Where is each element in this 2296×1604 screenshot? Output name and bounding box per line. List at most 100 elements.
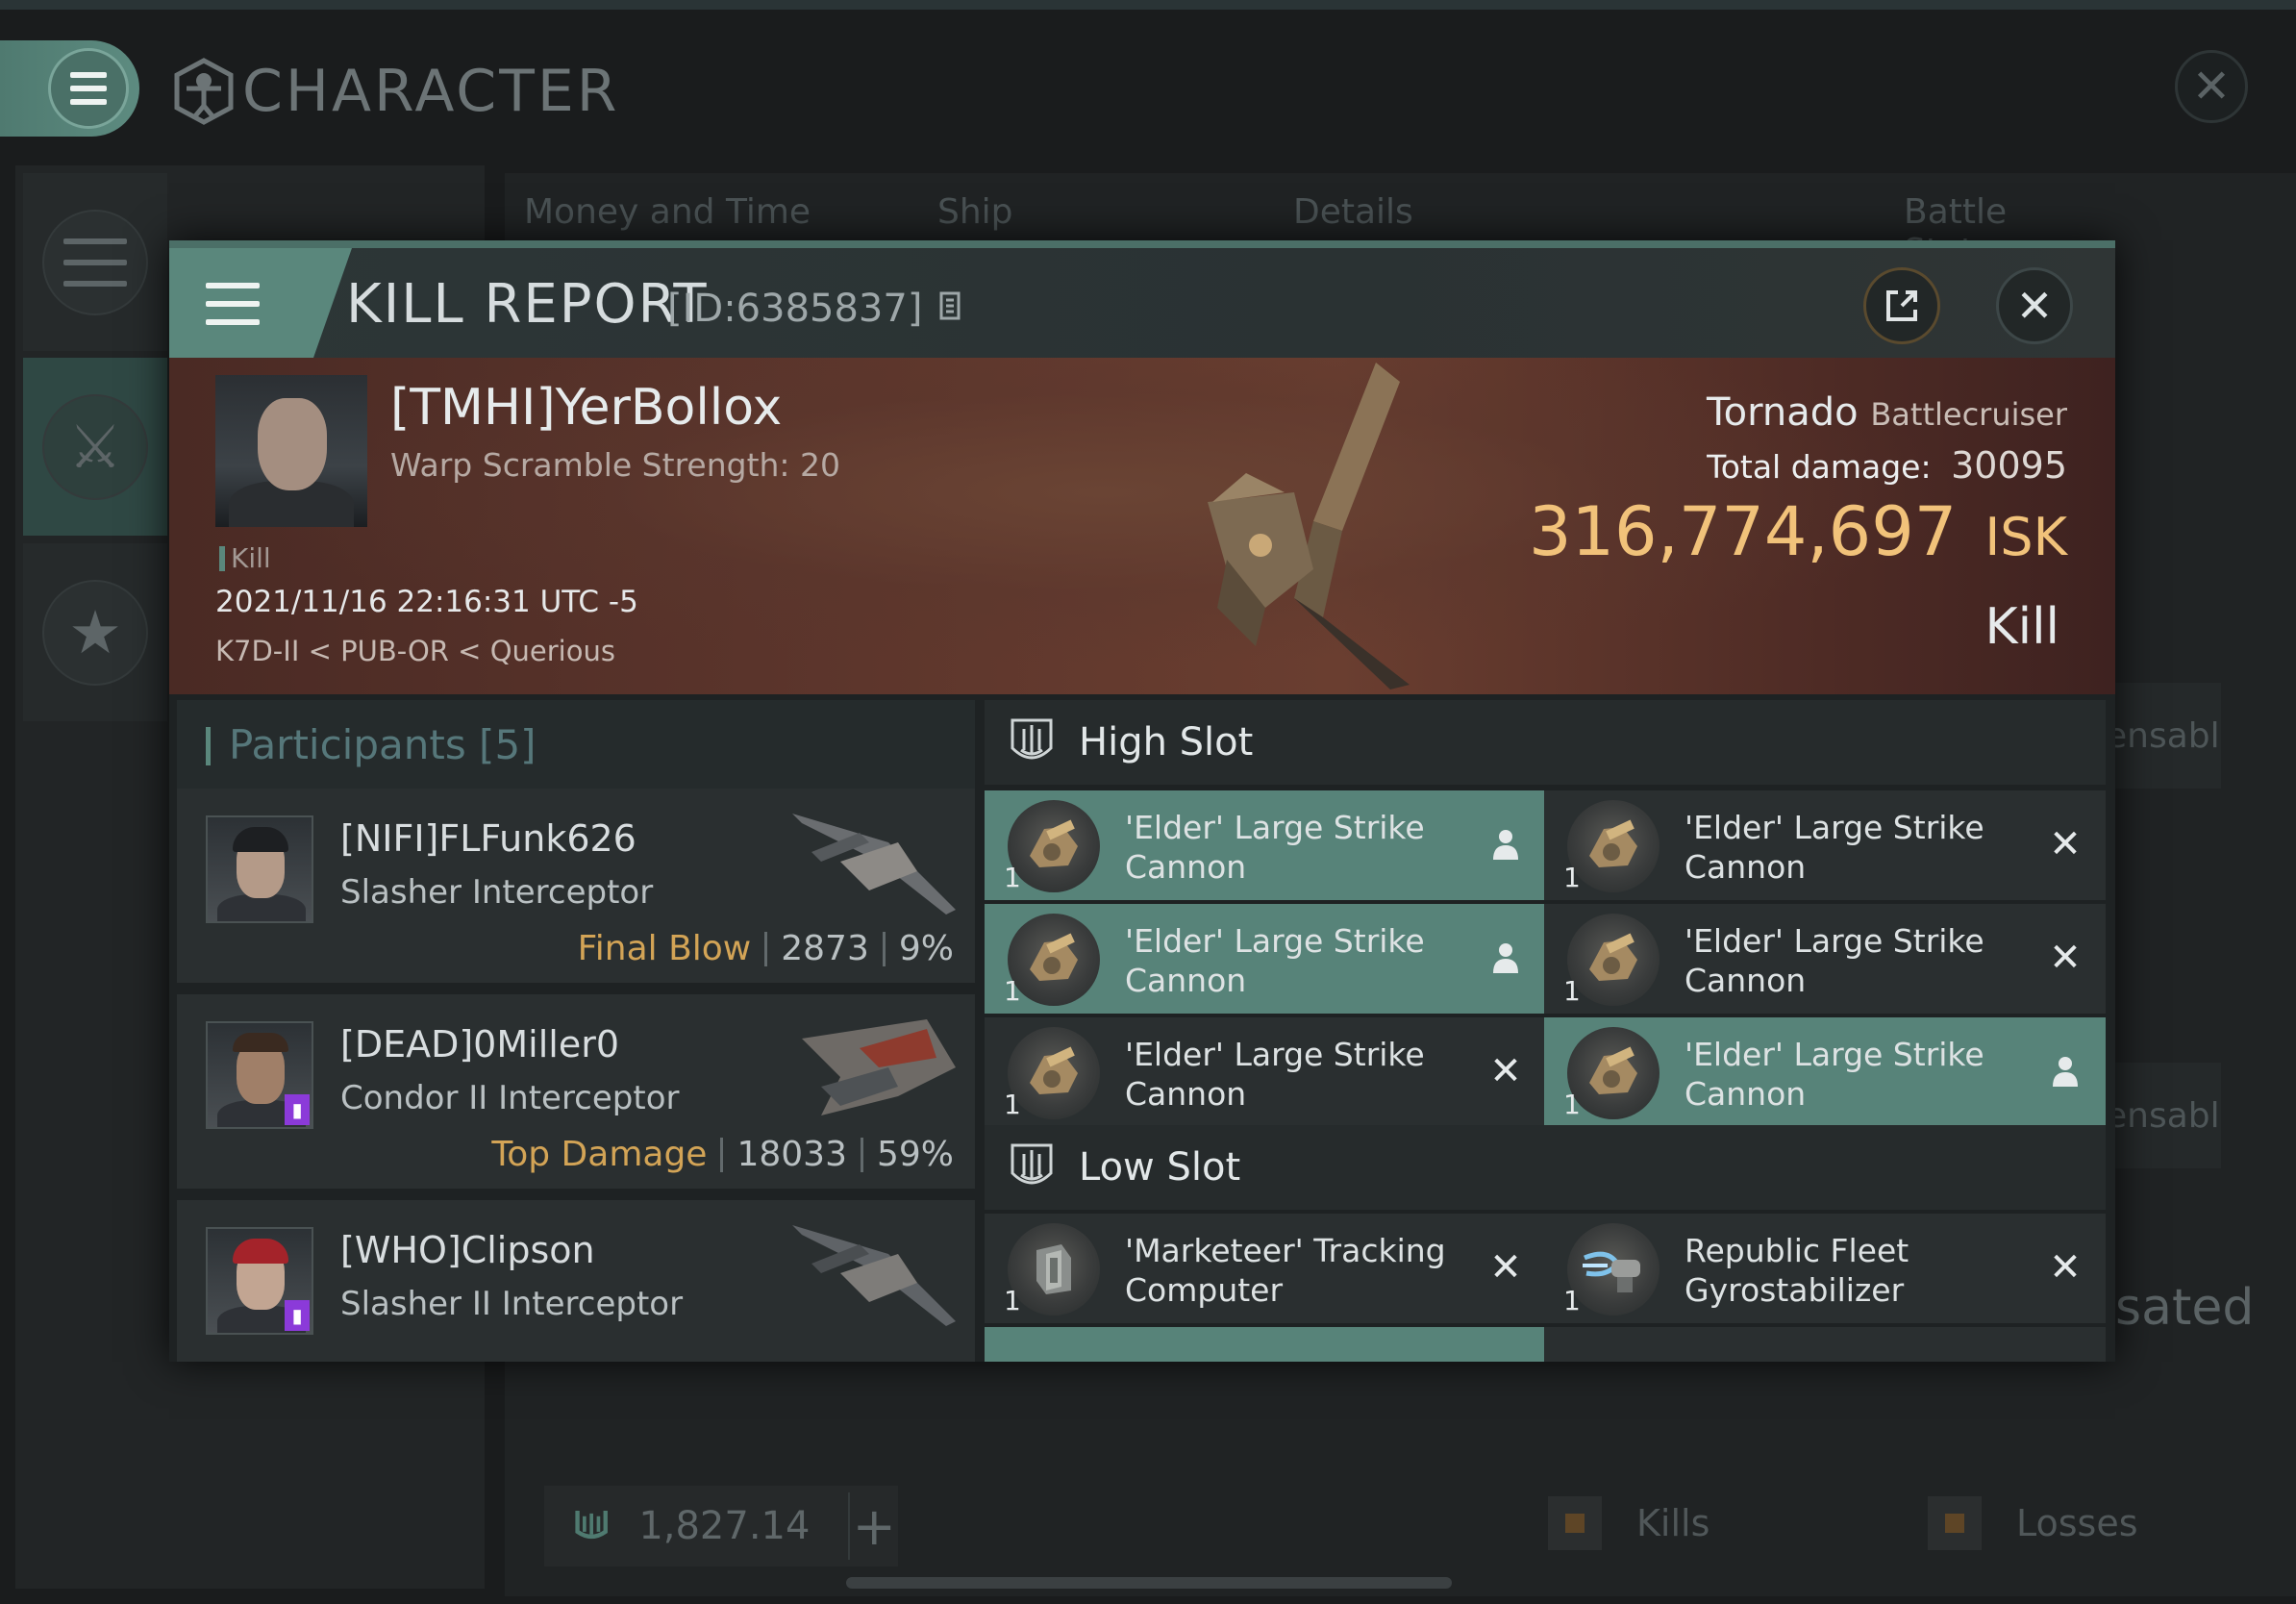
kill-tag: Kill bbox=[219, 542, 271, 574]
background-action-label: ensable bbox=[2106, 1095, 2221, 1136]
module-name: 'Marketeer' Tracking Computer bbox=[1125, 1232, 1446, 1309]
participant-stats: Top Damage 18033 59% bbox=[491, 1135, 954, 1174]
module-quantity: 1 bbox=[1004, 1285, 1021, 1316]
high-slot-module[interactable]: 1 'Elder' Large Strike Cannon ✕ bbox=[985, 1017, 1546, 1127]
nav-list-button[interactable] bbox=[23, 173, 167, 351]
faction-badge: ▮ bbox=[285, 1094, 310, 1125]
cannon-icon bbox=[1567, 1027, 1660, 1119]
high-slot-module[interactable]: 1 'Elder' Large Strike Cannon bbox=[985, 904, 1546, 1014]
wallet-amount: 1,827.14 bbox=[638, 1504, 811, 1548]
high-slot-title: High Slot bbox=[1079, 720, 1254, 764]
participant-damage: 2873 bbox=[781, 929, 869, 968]
tracking-computer-icon bbox=[1008, 1223, 1100, 1316]
high-slot-module[interactable]: 1 'Elder' Large Strike Cannon ✕ bbox=[1544, 904, 2106, 1014]
background-status-text: sated bbox=[2115, 1279, 2255, 1337]
tag-marker bbox=[219, 545, 225, 571]
condor-ship-image bbox=[802, 1019, 956, 1115]
main-menu-circle bbox=[48, 48, 129, 129]
slasher-ship-image bbox=[792, 814, 956, 915]
participant-ship: Condor II Interceptor bbox=[340, 1079, 680, 1117]
cross-icon: ✕ bbox=[2049, 1245, 2082, 1290]
person-icon bbox=[1486, 939, 1525, 977]
high-slot-header: High Slot bbox=[985, 700, 2106, 785]
low-slot-icon bbox=[1006, 1139, 1058, 1196]
high-slot-module[interactable]: 1 'Elder' Large Strike Cannon ✕ bbox=[1544, 790, 2106, 900]
cannon-icon bbox=[1008, 800, 1100, 892]
high-slot-module[interactable]: 1 'Elder' Large Strike Cannon bbox=[1544, 1017, 2106, 1127]
participant-portrait: ▮ bbox=[206, 1227, 313, 1335]
character-icon bbox=[174, 58, 234, 125]
low-slot-module[interactable]: 1 'Marketeer' Tracking Computer ✕ bbox=[985, 1214, 1546, 1323]
ship-name[interactable]: Tornado bbox=[1707, 390, 1859, 435]
low-slot-module[interactable]: 1 Republic Fleet Gyrostabilizer ✕ bbox=[1544, 1214, 2106, 1323]
nav-list-circle bbox=[42, 209, 148, 315]
add-funds-button[interactable]: + bbox=[848, 1492, 898, 1560]
module-quantity: 1 bbox=[1563, 1089, 1581, 1120]
low-slot-header: Low Slot bbox=[985, 1125, 2106, 1210]
cross-icon: ✕ bbox=[2049, 936, 2082, 980]
kill-report-title: KILL REPORT bbox=[346, 273, 709, 336]
module-quantity: 1 bbox=[1004, 975, 1021, 1007]
participant-name: [NIFI]FLFunk626 bbox=[340, 817, 636, 860]
kill-result: Kill bbox=[1984, 598, 2059, 656]
participant-row[interactable]: ▮ [DEAD]0Miller0 Condor II Interceptor T… bbox=[177, 994, 975, 1192]
kill-report-menu-button[interactable] bbox=[169, 248, 313, 358]
isk-value: 316,774,697 ISK bbox=[1529, 492, 2067, 571]
swords-icon: ⚔ bbox=[42, 393, 148, 500]
low-slot-module-partial[interactable] bbox=[1544, 1327, 2106, 1362]
participant-stats: Final Blow 2873 9% bbox=[578, 929, 954, 968]
character-window-title: CHARACTER bbox=[173, 53, 619, 130]
hangar-icon bbox=[575, 1510, 608, 1540]
main-menu-button[interactable] bbox=[0, 40, 139, 137]
nav-combat-button[interactable]: ⚔ bbox=[23, 358, 167, 536]
person-icon bbox=[2046, 1052, 2084, 1090]
participant-portrait: ▮ bbox=[206, 1021, 313, 1129]
high-slot-module[interactable]: 1 'Elder' Large Strike Cannon bbox=[985, 790, 1546, 900]
participant-percent: 59% bbox=[876, 1135, 954, 1174]
participants-header: Participants [5] bbox=[177, 700, 975, 789]
participant-ship: Slasher Interceptor bbox=[340, 873, 654, 912]
tab-ship[interactable]: Ship bbox=[937, 192, 1013, 232]
close-icon: ✕ bbox=[2015, 280, 2054, 332]
participant-name: [DEAD]0Miller0 bbox=[340, 1023, 619, 1065]
total-damage-value: 30095 bbox=[1951, 444, 2067, 487]
participant-row[interactable]: [NIFI]FLFunk626 Slasher Interceptor Fina… bbox=[177, 789, 975, 987]
module-quantity: 1 bbox=[1563, 1285, 1581, 1316]
character-close-button[interactable]: ✕ bbox=[2175, 50, 2248, 123]
isk-amount: 316,774,697 bbox=[1528, 492, 1958, 571]
gyrostabilizer-icon bbox=[1567, 1223, 1660, 1316]
legend-swatch bbox=[1928, 1496, 1982, 1550]
copy-icon[interactable] bbox=[938, 290, 965, 325]
kill-report-close-button[interactable]: ✕ bbox=[1996, 267, 2073, 344]
kill-tag-label: Kill bbox=[231, 542, 271, 574]
participants-title: Participants [5] bbox=[229, 721, 537, 768]
module-quantity: 1 bbox=[1004, 1089, 1021, 1120]
victim-portrait[interactable] bbox=[215, 375, 367, 527]
person-icon bbox=[1486, 825, 1525, 864]
legend-losses: Losses bbox=[1928, 1496, 2138, 1550]
horizontal-scrollbar[interactable] bbox=[846, 1577, 1452, 1589]
low-slot-module-partial[interactable] bbox=[985, 1327, 1546, 1362]
module-quantity: 1 bbox=[1563, 975, 1581, 1007]
tab-details[interactable]: Details bbox=[1293, 192, 1413, 232]
share-button[interactable] bbox=[1863, 267, 1940, 344]
ship-class: Battlecruiser bbox=[1870, 396, 2067, 433]
module-name: 'Elder' Large Strike Cannon bbox=[1125, 922, 1425, 999]
tab-money-and-time[interactable]: Money and Time bbox=[524, 192, 811, 232]
victim-banner: [TMHI]YerBollox Warp Scramble Strength: … bbox=[169, 358, 2115, 694]
hamburger-icon bbox=[206, 283, 260, 325]
legend-swatch bbox=[1548, 1496, 1602, 1550]
character-title-text: CHARACTER bbox=[242, 58, 620, 125]
participants-marker bbox=[206, 727, 211, 765]
nav-medals-button[interactable]: ★ bbox=[23, 543, 167, 721]
participant-row[interactable]: ▮ [WHO]Clipson Slasher II Interceptor bbox=[177, 1200, 975, 1362]
isk-unit: ISK bbox=[1984, 507, 2067, 567]
cross-icon: ✕ bbox=[1489, 1049, 1522, 1093]
kill-location: K7D-II < PUB-OR < Querious bbox=[215, 635, 615, 667]
kill-datetime: 2021/11/16 22:16:31 UTC -5 bbox=[215, 585, 638, 619]
module-name: 'Elder' Large Strike Cannon bbox=[1125, 809, 1425, 886]
warp-scramble-strength: Warp Scramble Strength: 20 bbox=[390, 446, 841, 484]
participant-ship: Slasher II Interceptor bbox=[340, 1285, 684, 1323]
top-edge bbox=[0, 0, 2296, 10]
victim-name[interactable]: [TMHI]YerBollox bbox=[390, 379, 782, 437]
